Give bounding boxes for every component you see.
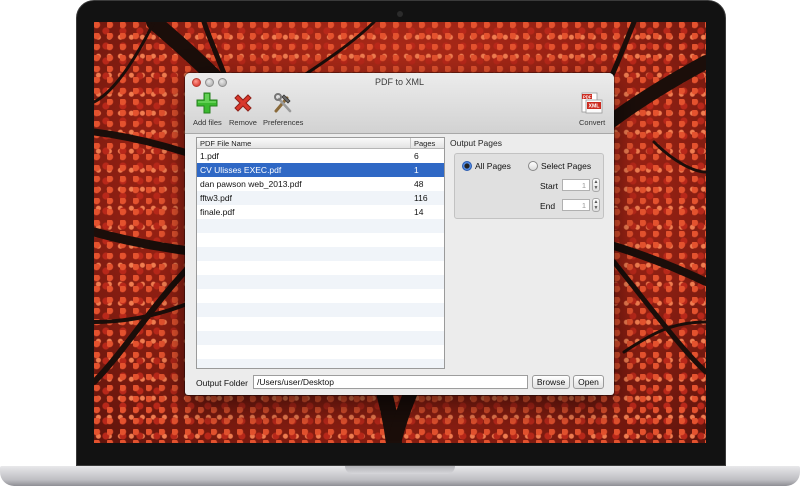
table-body: 1.pdf 6 CV Ulisses EXEC.pdf 1 dan pawson web… [197,149,444,368]
end-page-stepper[interactable]: ▲ ▼ [592,198,600,212]
all-pages-label: All Pages [475,161,511,171]
empty-table-row [197,359,444,368]
empty-table-row [197,317,444,331]
all-pages-option[interactable]: All Pages [462,161,511,171]
window-title: PDF to XML [374,77,424,87]
title-bar: PDF to XML Add files Remove Preferences … [185,73,614,134]
select-pages-radio[interactable] [528,161,538,171]
output-pages-group: All Pages Select Pages Start 1 ▲ ▼ End 1 … [454,153,604,219]
column-header-file-name[interactable]: PDF File Name [197,138,411,148]
start-page-stepper[interactable]: ▲ ▼ [592,178,600,192]
camera-icon [397,11,403,17]
open-button[interactable]: Open [573,375,604,389]
convert-label: Convert [579,118,606,127]
empty-table-row [197,247,444,261]
table-row[interactable]: CV Ulisses EXEC.pdf 1 [197,163,444,177]
output-pages-title: Output Pages [450,138,502,148]
plus-icon [195,91,219,115]
select-pages-label: Select Pages [541,161,592,171]
pdf-file-table[interactable]: PDF File Name Pages 1.pdf 6 CV Ulisses EXE… [196,137,445,369]
browse-button[interactable]: Browse [532,375,570,389]
start-page-field[interactable]: 1 [562,179,590,191]
table-row[interactable]: 1.pdf 6 [197,149,444,163]
laptop-hinge-notch [345,466,455,474]
preferences-label: Preferences [263,118,304,127]
table-row[interactable]: dan pawson web_2013.pdf 48 [197,177,444,191]
pages-cell: 48 [414,179,424,189]
pages-cell: 1 [414,165,419,175]
empty-table-row [197,331,444,345]
pages-cell: 6 [414,151,419,161]
pages-cell: 116 [414,193,428,203]
remove-button[interactable]: Remove [229,91,257,127]
table-header: PDF File Name Pages [197,138,444,149]
output-folder-label: Output Folder [196,378,248,388]
table-row[interactable]: fftw3.pdf 116 [197,191,444,205]
convert-icon-pdf-text: PDF [583,94,592,99]
column-header-pages[interactable]: Pages [411,138,444,148]
end-label: End [540,201,556,211]
select-pages-option[interactable]: Select Pages [528,161,591,171]
empty-table-row [197,303,444,317]
file-name-cell: 1.pdf [200,151,219,161]
convert-button[interactable]: PDF XML Convert [579,91,605,127]
hammer-wrench-icon [271,91,295,115]
add-files-label: Add files [193,118,222,127]
empty-table-row [197,345,444,359]
empty-table-row [197,261,444,275]
empty-table-row [197,289,444,303]
empty-table-row [197,219,444,233]
empty-table-row [197,275,444,289]
all-pages-radio[interactable] [462,161,472,171]
end-page-field[interactable]: 1 [562,199,590,211]
remove-label: Remove [229,118,257,127]
file-name-cell: CV Ulisses EXEC.pdf [200,165,282,175]
empty-table-row [197,233,444,247]
add-files-button[interactable]: Add files [193,91,222,127]
file-name-cell: fftw3.pdf [200,193,232,203]
file-name-cell: dan pawson web_2013.pdf [200,179,302,189]
convert-icon-xml-text: XML [589,104,601,110]
table-row[interactable]: finale.pdf 14 [197,205,444,219]
start-label: Start [540,181,558,191]
app-window: PDF to XML Add files Remove Preferences … [185,73,614,395]
pages-cell: 14 [414,207,424,217]
preferences-button[interactable]: Preferences [263,91,303,127]
remove-x-icon [231,91,255,115]
output-folder-input[interactable] [253,375,528,389]
pdf-to-xml-icon: PDF XML [580,91,604,115]
file-name-cell: finale.pdf [200,207,235,217]
